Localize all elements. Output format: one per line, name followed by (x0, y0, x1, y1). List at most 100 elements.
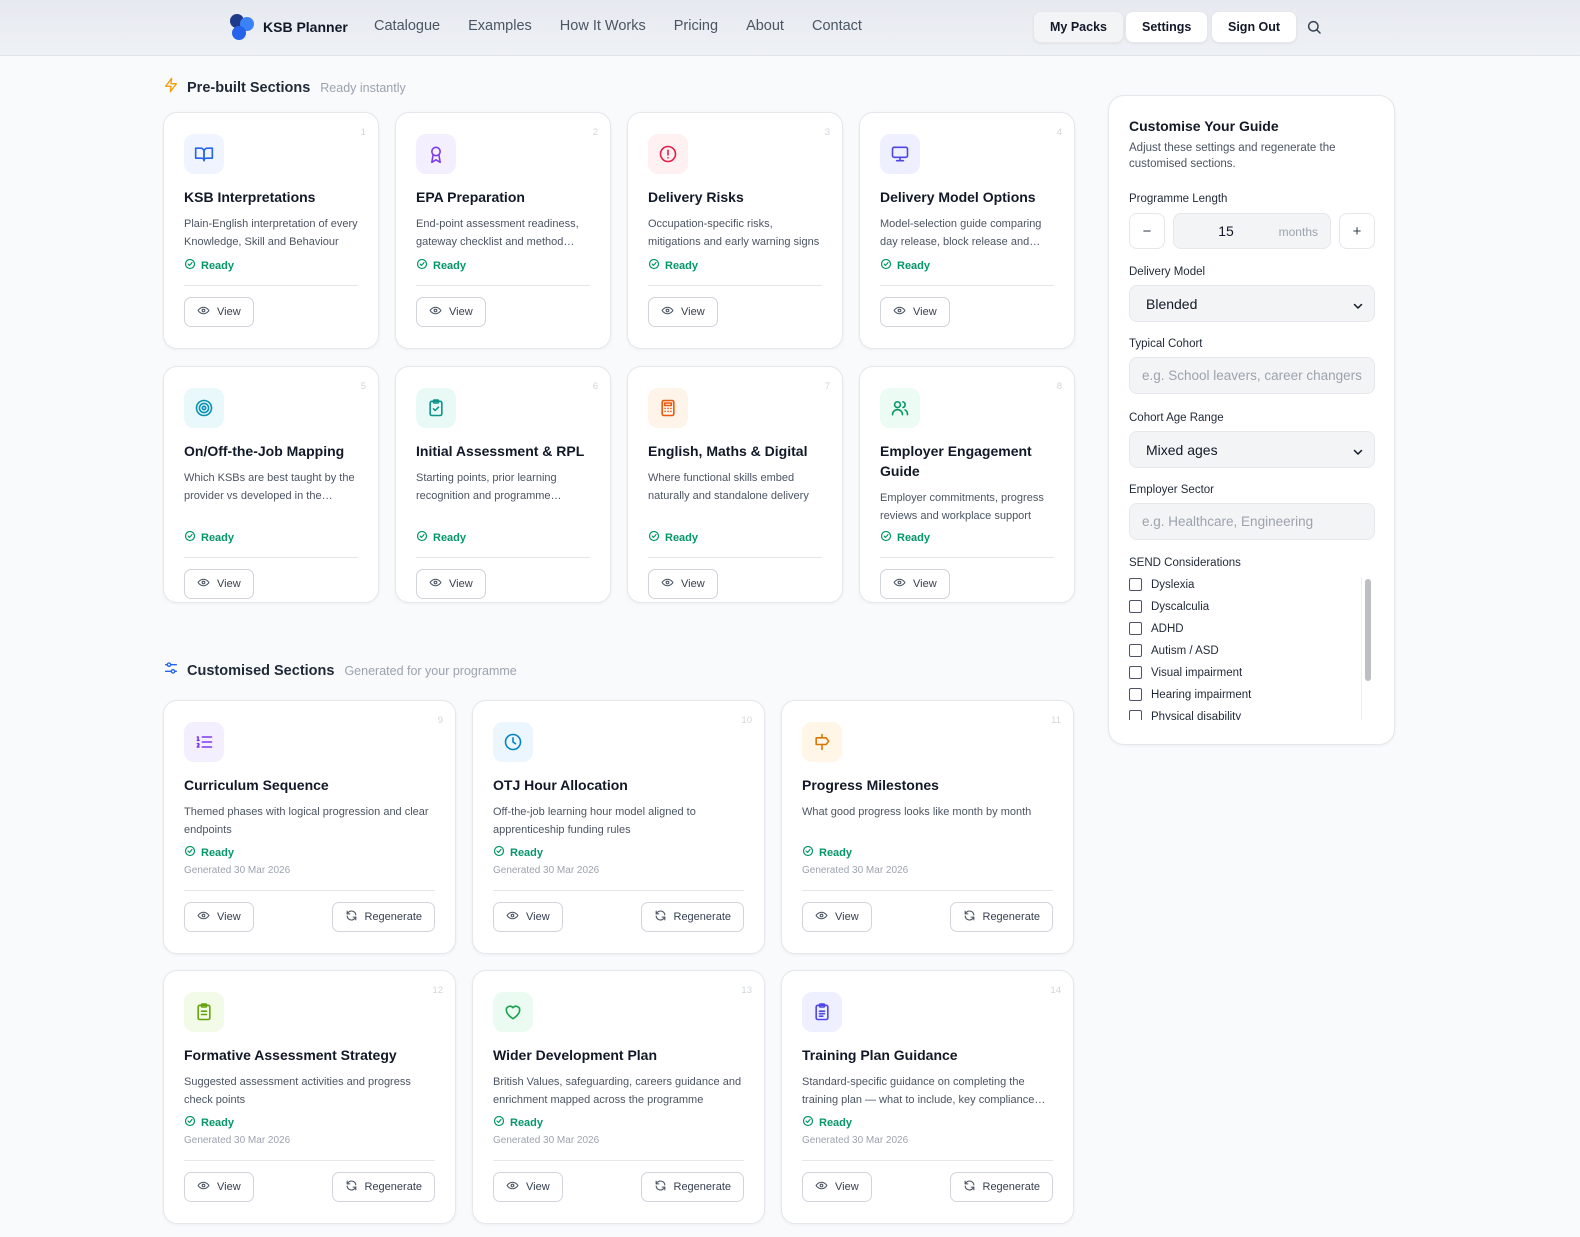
sign-out-button[interactable]: Sign Out (1211, 11, 1298, 43)
generated-date: Generated 30 Mar 2026 (184, 1135, 291, 1146)
view-button[interactable]: View (184, 1172, 254, 1202)
section-card[interactable]: 11 Progress Milestones What good progress … (781, 700, 1074, 954)
check-circle-icon (416, 530, 428, 545)
eye-icon (815, 1179, 828, 1195)
section-card[interactable]: 6 Initial Assessment & RPL Starting points… (395, 366, 611, 603)
checkbox[interactable] (1129, 600, 1142, 613)
card-description: End-point assessment readiness, gateway … (416, 218, 579, 248)
send-option-dyscalculia[interactable]: Dyscalculia (1129, 600, 1209, 613)
section-card[interactable]: 2 EPA Preparation End-point assessment rea… (395, 112, 611, 349)
card-number: 14 (1050, 985, 1061, 996)
send-option-adhd[interactable]: ADHD (1129, 622, 1184, 635)
status-label: Ready (433, 531, 467, 544)
nav-link-how-it-works[interactable]: How It Works (560, 18, 646, 34)
programme-length-value: 15 (1218, 223, 1234, 239)
my-packs-button[interactable]: My Packs (1033, 11, 1124, 43)
delivery-model-select[interactable]: Blended (1129, 285, 1375, 322)
view-label: View (913, 578, 937, 590)
send-option-visual-impairment[interactable]: Visual impairment (1129, 666, 1242, 679)
check-circle-icon (648, 530, 660, 545)
settings-button[interactable]: Settings (1125, 11, 1209, 43)
status-badge: Ready (802, 1115, 852, 1130)
send-option-label: ADHD (1151, 622, 1184, 635)
section-card[interactable]: 14 Training Plan Guidance Standard-specifi… (781, 970, 1074, 1224)
cohort-age-range-select[interactable]: Mixed ages (1129, 431, 1375, 468)
section-card[interactable]: 9 Curriculum Sequence Themed phases with l… (163, 700, 456, 954)
scrollbar-thumb[interactable] (1365, 579, 1371, 681)
view-button[interactable]: View (493, 1172, 563, 1202)
view-button[interactable]: View (184, 297, 254, 327)
section-card[interactable]: 7 English, Maths & Digital Where functiona… (627, 366, 843, 603)
regenerate-button[interactable]: Regenerate (949, 902, 1053, 932)
checkbox[interactable] (1129, 622, 1142, 635)
eye-icon (893, 304, 906, 320)
view-button[interactable]: View (184, 569, 254, 599)
nav-link-pricing[interactable]: Pricing (674, 18, 718, 34)
regenerate-button[interactable]: Regenerate (640, 1172, 744, 1202)
send-options-list[interactable]: Dyslexia Dyscalculia ADHD Autism / ASD V… (1129, 577, 1375, 720)
send-option-physical-disability[interactable]: Physical disability (1129, 710, 1241, 720)
view-label: View (526, 1181, 550, 1193)
view-button[interactable]: View (648, 297, 718, 327)
nav-link-examples[interactable]: Examples (468, 18, 532, 34)
eye-icon (815, 909, 828, 925)
decrement-button[interactable]: − (1129, 213, 1165, 249)
nav-link-contact[interactable]: Contact (812, 18, 862, 34)
section-card[interactable]: 13 Wider Development Plan British Values, … (472, 970, 765, 1224)
regenerate-button[interactable]: Regenerate (331, 902, 435, 932)
eye-icon (661, 304, 674, 320)
customised-section-header: Customised Sections Generated for your p… (163, 660, 517, 681)
search-icon[interactable] (1306, 19, 1324, 37)
checkbox[interactable] (1129, 666, 1142, 679)
nav-link-catalogue[interactable]: Catalogue (374, 18, 440, 34)
card-divider (416, 557, 590, 558)
card-title: Delivery Risks (648, 189, 744, 205)
checkbox[interactable] (1129, 644, 1142, 657)
view-button[interactable]: View (493, 902, 563, 932)
status-badge: Ready (416, 258, 466, 273)
check-circle-icon (184, 845, 196, 860)
send-option-autism[interactable]: Autism / ASD (1129, 644, 1219, 657)
regenerate-button[interactable]: Regenerate (949, 1172, 1053, 1202)
checkbox[interactable] (1129, 578, 1142, 591)
send-scrollbar[interactable] (1361, 577, 1371, 720)
card-divider (802, 1160, 1053, 1161)
card-number: 6 (592, 381, 598, 392)
checkbox[interactable] (1129, 710, 1142, 720)
section-card[interactable]: 12 Formative Assessment Strategy Suggested… (163, 970, 456, 1224)
target-icon (184, 388, 224, 428)
view-button[interactable]: View (880, 569, 950, 599)
section-card[interactable]: 3 Delivery Risks Occupation-specific risks… (627, 112, 843, 349)
card-description: Starting points, prior learning recognit… (416, 472, 557, 502)
nav-link-about[interactable]: About (746, 18, 784, 34)
prebuilt-section-header: Pre-built Sections Ready instantly (163, 76, 406, 99)
section-card[interactable]: 10 OTJ Hour Allocation Off-the-job learnin… (472, 700, 765, 954)
section-card[interactable]: 8 Employer Engagement Guide Employer commi… (859, 366, 1075, 603)
send-option-hearing-impairment[interactable]: Hearing impairment (1129, 688, 1251, 701)
regenerate-button[interactable]: Regenerate (640, 902, 744, 932)
section-card[interactable]: 1 KSB Interpretations Plain-English interp… (163, 112, 379, 349)
typical-cohort-input[interactable] (1129, 357, 1375, 394)
status-badge: Ready (184, 258, 234, 273)
view-button[interactable]: View (416, 569, 486, 599)
section-card[interactable]: 5 On/Off-the-Job Mapping Which KSBs are be… (163, 366, 379, 603)
regenerate-button[interactable]: Regenerate (331, 1172, 435, 1202)
view-button[interactable]: View (880, 297, 950, 327)
generated-date: Generated 30 Mar 2026 (493, 1135, 600, 1146)
view-button[interactable]: View (416, 297, 486, 327)
status-label: Ready (510, 1116, 544, 1129)
view-button[interactable]: View (648, 569, 718, 599)
card-divider (802, 890, 1053, 891)
section-card[interactable]: 4 Delivery Model Options Model-selection g… (859, 112, 1075, 349)
view-button[interactable]: View (184, 902, 254, 932)
employer-sector-input[interactable] (1129, 503, 1375, 540)
programme-length-field[interactable]: 15 months (1173, 213, 1331, 249)
send-option-dyslexia[interactable]: Dyslexia (1129, 578, 1194, 591)
view-button[interactable]: View (802, 1172, 872, 1202)
view-button[interactable]: View (802, 902, 872, 932)
checkbox[interactable] (1129, 688, 1142, 701)
status-badge: Ready (880, 258, 930, 273)
increment-button[interactable]: + (1339, 213, 1375, 249)
brand[interactable]: KSB Planner (229, 13, 348, 41)
card-title: KSB Interpretations (184, 189, 316, 205)
